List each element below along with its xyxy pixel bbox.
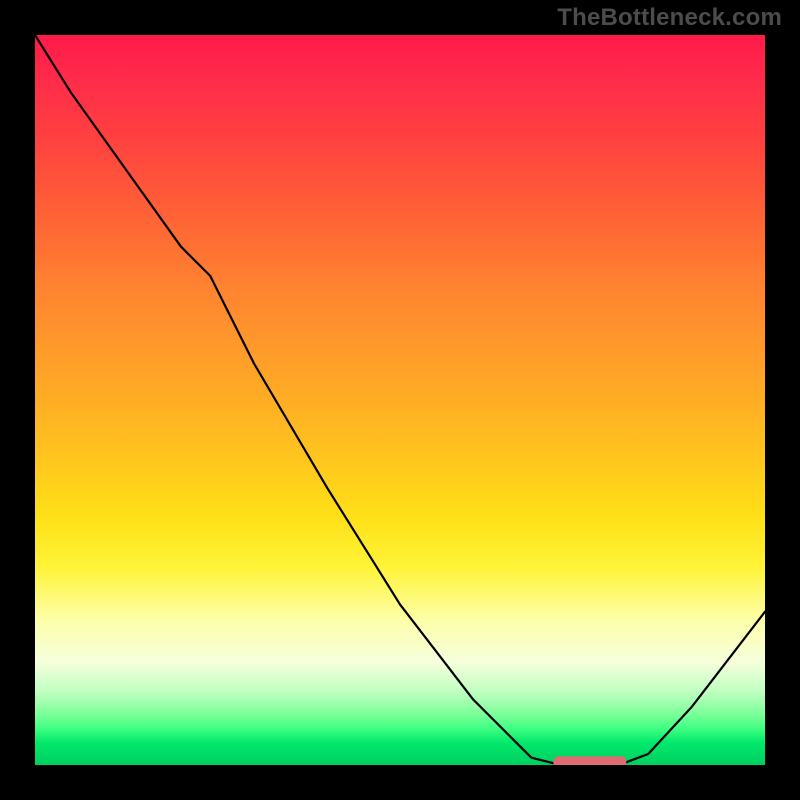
watermark-text: TheBottleneck.com (557, 4, 782, 32)
optimal-marker (553, 756, 626, 765)
chart-frame: TheBottleneck.com (0, 0, 800, 800)
chart-svg (35, 35, 765, 765)
bottleneck-curve (35, 35, 765, 765)
plot-area (35, 35, 765, 765)
